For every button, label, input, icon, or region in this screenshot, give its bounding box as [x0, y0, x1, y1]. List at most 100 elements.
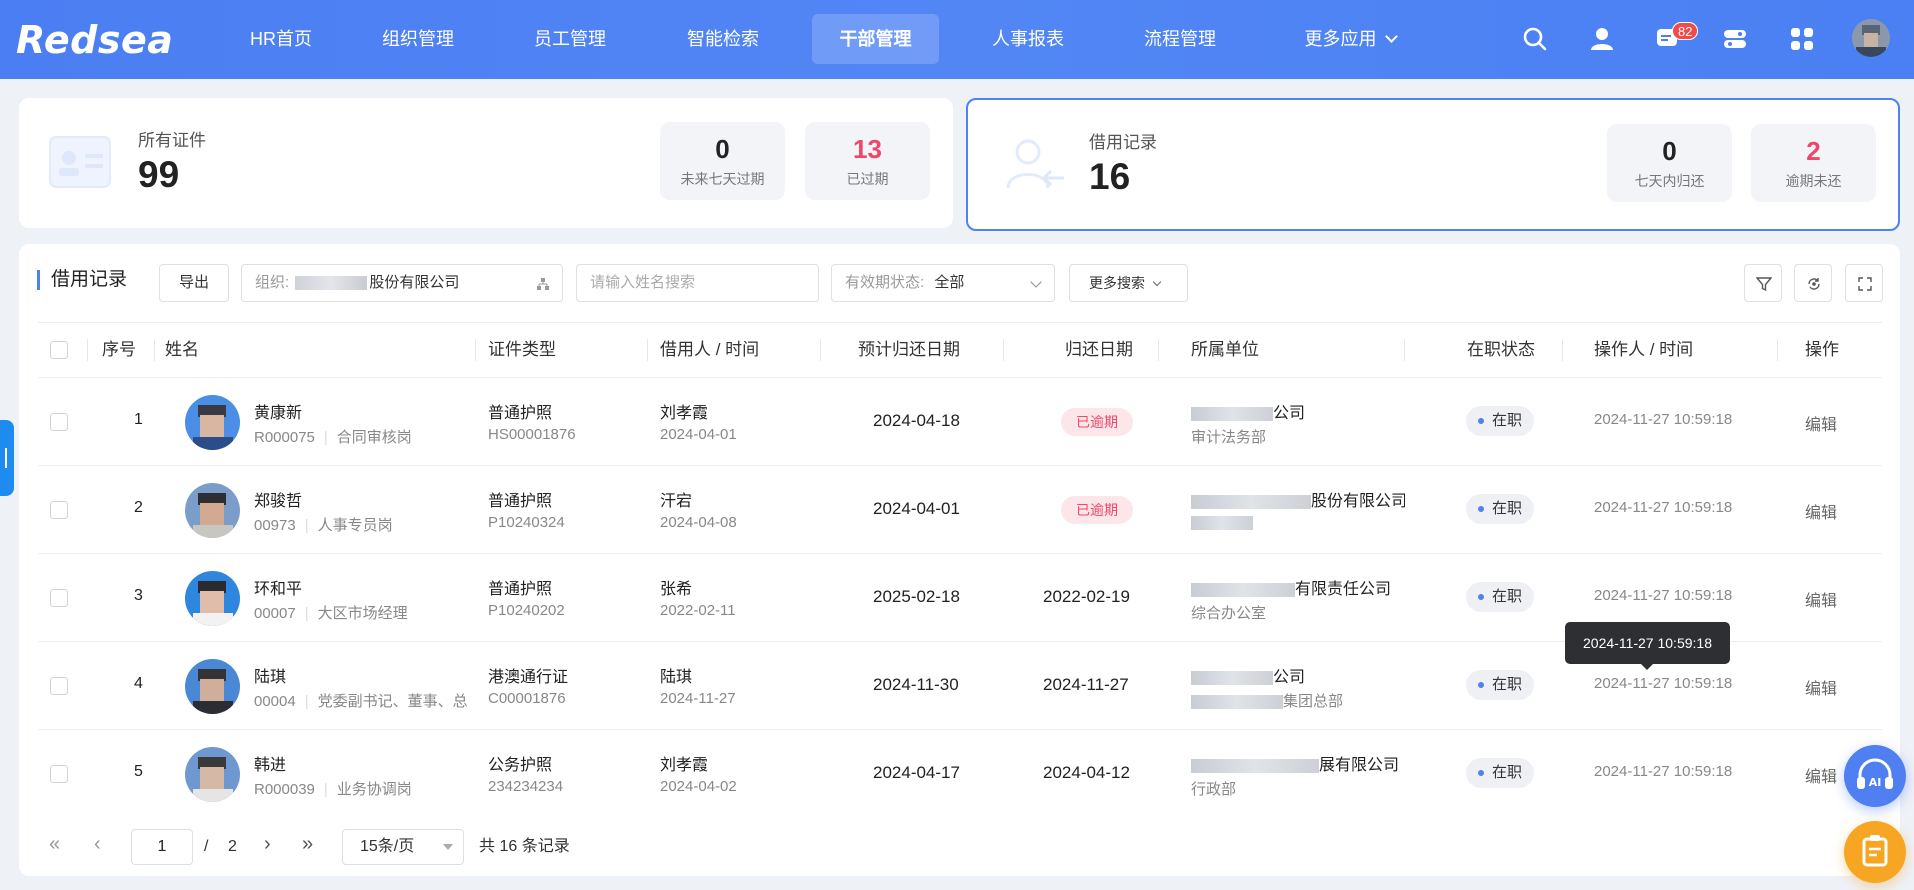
org-select[interactable]: 组织: 股份有限公司	[241, 264, 563, 302]
fullscreen-button[interactable]	[1845, 264, 1883, 302]
employee-name[interactable]: 郑骏哲	[254, 487, 302, 511]
filter-button[interactable]	[1744, 264, 1782, 302]
employee-meta: R000075 | 合同审核岗	[254, 429, 412, 446]
name-search-input[interactable]	[590, 274, 818, 291]
toggle-icon[interactable]	[1722, 26, 1748, 52]
cert-no: 234234234	[488, 778, 564, 795]
row-checkbox[interactable]	[50, 413, 68, 431]
certs-summary-card[interactable]: 所有证件 99 0 未来七天过期 13 已过期	[19, 98, 953, 228]
cert-type: 普通护照	[488, 493, 553, 510]
name-search-field[interactable]	[576, 264, 819, 302]
col-operator[interactable]: 操作人 / 时间	[1594, 323, 1693, 377]
row-checkbox[interactable]	[50, 765, 68, 783]
col-cert-type[interactable]: 证件类型	[488, 323, 556, 377]
search-icon[interactable]	[1522, 26, 1548, 52]
nav-hr-home[interactable]: HR首页	[226, 14, 336, 64]
nav-more-apps[interactable]: 更多应用	[1290, 14, 1410, 64]
total-records: 共 16 条记录	[479, 838, 570, 855]
employee-avatar	[185, 747, 240, 802]
page-number-input[interactable]: 1	[131, 829, 193, 865]
row-checkbox[interactable]	[50, 589, 68, 607]
col-employment[interactable]: 在职状态	[1467, 323, 1535, 377]
table-row[interactable]: 5 韩进 R000039 | 业务协调岗 公务护照 234234234 刘孝霞 20…	[38, 730, 1882, 818]
table-row[interactable]: 2 郑骏哲 00973 | 人事专员岗 普通护照 P10240324 汗宕 2024…	[38, 466, 1882, 554]
dept-name: 集团总部	[1191, 690, 1343, 711]
edit-link[interactable]: 编辑	[1805, 499, 1837, 523]
prev-page-button[interactable]: ‹	[94, 826, 101, 862]
employee-name[interactable]: 黄康新	[254, 399, 302, 423]
operate-time[interactable]: 2024-11-27 10:59:18	[1594, 587, 1752, 604]
operate-time[interactable]: 2024-11-27 10:59:18	[1594, 675, 1752, 692]
apps-grid-icon[interactable]	[1789, 26, 1815, 52]
employment-status: 在职	[1466, 758, 1535, 788]
validity-status-select[interactable]: 有效期状态: 全部	[831, 264, 1055, 302]
stat-return-in-week[interactable]: 0 七天内归还	[1607, 124, 1732, 202]
row-checkbox[interactable]	[50, 501, 68, 519]
borrow-summary-card[interactable]: 借用记录 16 0 七天内归还 2 逾期未还	[966, 98, 1900, 231]
ai-assistant-button[interactable]: AI	[1844, 745, 1906, 807]
column-divider	[1777, 339, 1778, 361]
employee-name[interactable]: 陆琪	[254, 663, 286, 687]
employee-meta: 00007 | 大区市场经理	[254, 605, 408, 622]
col-return-date[interactable]: 归还日期	[1065, 323, 1133, 377]
edit-link[interactable]: 编辑	[1805, 675, 1837, 699]
edit-link[interactable]: 编辑	[1805, 411, 1837, 435]
redacted-text	[1191, 695, 1283, 710]
operate-time[interactable]: 2024-11-27 10:59:18	[1594, 499, 1752, 516]
employee-name[interactable]: 环和平	[254, 575, 302, 599]
panel-title: 借用记录	[37, 270, 127, 290]
col-borrower[interactable]: 借用人 / 时间	[660, 323, 759, 377]
app-logo[interactable]: Redsea	[16, 20, 173, 60]
user-avatar[interactable]	[1852, 19, 1890, 57]
expected-return-date: 2024-11-30	[873, 675, 959, 694]
dept-name	[1191, 514, 1253, 531]
side-drawer-handle[interactable]	[0, 420, 14, 496]
col-unit[interactable]: 所属单位	[1191, 323, 1259, 377]
stat-expiring-soon[interactable]: 0 未来七天过期	[660, 122, 785, 200]
nav-search[interactable]: 智能检索	[675, 14, 771, 64]
table-row[interactable]: 1 黄康新 R000075 | 合同审核岗 普通护照 HS00001876 刘孝霞 …	[38, 378, 1882, 466]
page-size-select[interactable]: 15条/页	[342, 829, 464, 865]
borrow-date: 2024-04-01	[660, 426, 737, 443]
row-checkbox[interactable]	[50, 677, 68, 695]
org-prefix: 组织:	[255, 274, 290, 291]
nav-org[interactable]: 组织管理	[370, 14, 466, 64]
next-page-button[interactable]: ›	[264, 826, 271, 862]
cert-type: 普通护照	[488, 581, 553, 598]
edit-link[interactable]: 编辑	[1805, 587, 1837, 611]
employee-avatar	[185, 659, 240, 714]
select-all-checkbox[interactable]	[50, 341, 68, 359]
col-index[interactable]: 序号	[102, 323, 136, 377]
operate-time[interactable]: 2024-11-27 10:59:18	[1594, 763, 1752, 780]
stat-label: 已过期	[846, 171, 889, 187]
last-page-button[interactable]: »	[302, 826, 313, 862]
edit-link[interactable]: 编辑	[1805, 763, 1837, 787]
employee-avatar	[185, 571, 240, 626]
employee-name[interactable]: 韩进	[254, 751, 286, 775]
borrower-name: 刘孝霞	[660, 405, 709, 422]
row-index: 3	[134, 587, 143, 604]
redacted-text	[1191, 758, 1319, 773]
column-divider	[647, 339, 648, 361]
column-settings-button[interactable]	[1794, 264, 1832, 302]
return-date: 2022-02-19	[1043, 587, 1130, 606]
export-button[interactable]: 导出	[159, 264, 229, 302]
cert-type: 公务护照	[488, 757, 553, 774]
notes-fab-button[interactable]	[1844, 821, 1906, 883]
col-expected-return[interactable]: 预计归还日期	[858, 323, 960, 377]
nav-process[interactable]: 流程管理	[1132, 14, 1228, 64]
nav-cadre[interactable]: 干部管理	[812, 14, 939, 64]
return-date: 2024-11-27	[1043, 675, 1129, 694]
nav-report[interactable]: 人事报表	[980, 14, 1076, 64]
stat-overdue[interactable]: 2 逾期未还	[1751, 124, 1876, 202]
first-page-button[interactable]: «	[49, 826, 60, 862]
employee-no: 00973	[254, 517, 296, 534]
operate-time[interactable]: 2024-11-27 10:59:18	[1594, 411, 1752, 428]
stat-expired[interactable]: 13 已过期	[805, 122, 930, 200]
col-name[interactable]: 姓名	[165, 323, 199, 377]
nav-employee[interactable]: 员工管理	[522, 14, 618, 64]
total-pages: 2	[228, 838, 237, 855]
col-action[interactable]: 操作	[1805, 323, 1839, 377]
more-search-button[interactable]: 更多搜索	[1069, 264, 1188, 302]
user-icon[interactable]	[1589, 26, 1615, 52]
